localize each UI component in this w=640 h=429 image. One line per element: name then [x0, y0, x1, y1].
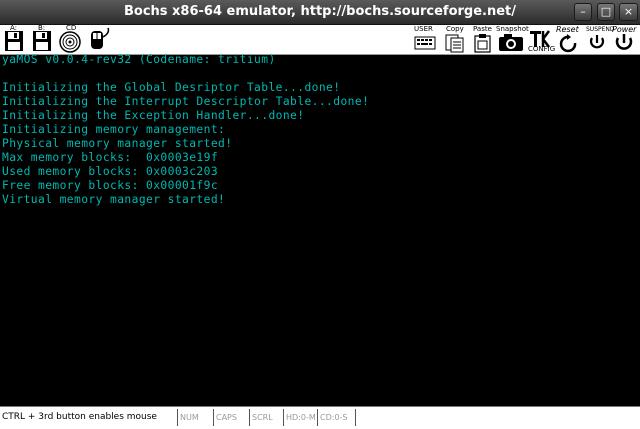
console-line: Virtual memory manager started!	[2, 193, 226, 206]
console-line: Used memory blocks: 0x0003c203	[2, 165, 219, 178]
mouse-toggle-button[interactable]	[86, 25, 114, 54]
console-line: Initializing the Interrupt Descriptor Ta…	[2, 95, 370, 108]
power-button[interactable]: Power	[610, 25, 638, 54]
hd-indicator: HD:0-M	[284, 409, 318, 426]
snapshot-button[interactable]: Snapshot	[496, 25, 529, 54]
user-label: USER	[414, 25, 433, 33]
minimize-button[interactable]: –	[574, 3, 592, 21]
console-line: Physical memory manager started!	[2, 137, 233, 150]
reset-button[interactable]: Reset	[554, 25, 584, 54]
maximize-button[interactable]: □	[597, 3, 615, 21]
floppy-a-label: A:	[10, 24, 18, 32]
power-label: Power	[612, 25, 637, 34]
close-button[interactable]: ×	[619, 3, 638, 21]
floppy-b-button[interactable]: B:	[30, 24, 56, 54]
floppy-b-label: B:	[38, 24, 46, 32]
config-button[interactable]: CONFIG	[528, 25, 556, 54]
cdrom-button[interactable]: CD	[58, 24, 84, 54]
copy-label: Copy	[446, 25, 464, 33]
console-line: Free memory blocks: 0x00001f9c	[2, 179, 219, 192]
paste-label: Paste	[473, 25, 492, 33]
console-line: Max memory blocks: 0x0003e19f	[2, 151, 219, 164]
user-button[interactable]: USER	[412, 25, 438, 54]
config-label: CONFIG	[528, 45, 556, 53]
num-lock-indicator: NUM	[178, 409, 214, 426]
title-bar: Bochs x86-64 emulator, http://bochs.sour…	[0, 0, 640, 25]
bochs-toolbar: A: B: CD USER Copy Paste Snapshot CONFIG…	[0, 24, 640, 55]
cdrom-label: CD	[66, 24, 77, 32]
caps-lock-indicator: CAPS	[214, 409, 250, 426]
status-message: CTRL + 3rd button enables mouse	[0, 409, 178, 426]
status-empty	[356, 409, 640, 426]
console-line: Initializing the Global Desriptor Table.…	[2, 81, 341, 94]
suspend-button[interactable]: SUSPEND	[586, 25, 615, 54]
reset-label: Reset	[556, 25, 579, 34]
copy-button[interactable]: Copy	[442, 25, 468, 54]
paste-button[interactable]: Paste	[470, 25, 496, 54]
status-bar: CTRL + 3rd button enables mouse NUM CAPS…	[0, 406, 640, 429]
snapshot-label: Snapshot	[496, 25, 529, 33]
console-line: yaMOS v0.0.4-rev32 (Codename: tritium)	[2, 53, 276, 66]
mouse-icon	[91, 27, 110, 49]
floppy-a-button[interactable]: A:	[2, 24, 28, 54]
scroll-lock-indicator: SCRL	[250, 409, 284, 426]
console-line: Initializing memory management:	[2, 123, 226, 136]
cd-indicator: CD:0-S	[318, 409, 356, 426]
window-title: Bochs x86-64 emulator, http://bochs.sour…	[123, 4, 517, 19]
emulator-display[interactable]: yaMOS v0.0.4-rev32 (Codename: tritium) I…	[0, 53, 640, 406]
console-line: Initializing the Exception Handler...don…	[2, 109, 305, 122]
